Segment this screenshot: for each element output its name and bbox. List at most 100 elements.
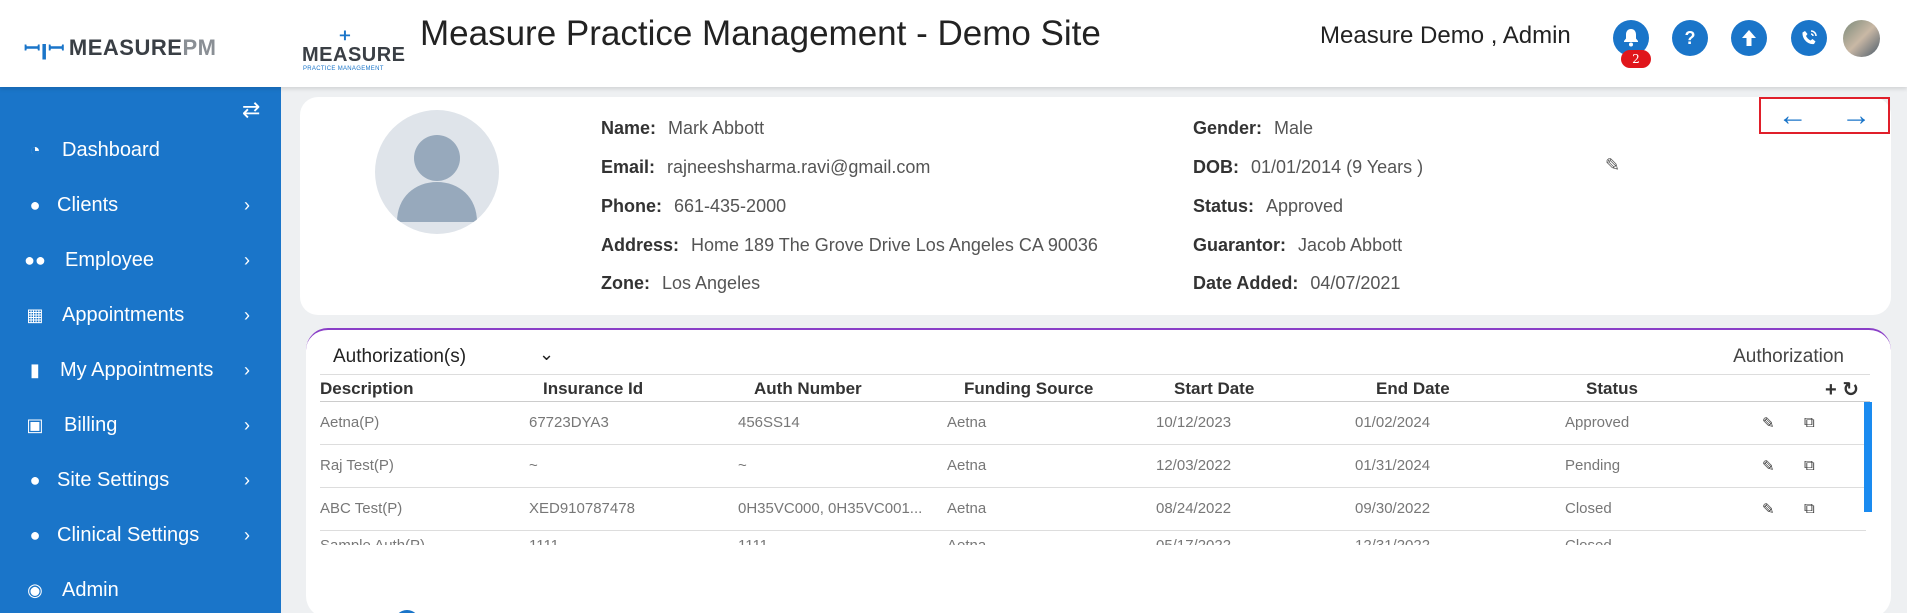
add-icon[interactable]: +: [1825, 379, 1837, 401]
sidebar-item-label: Admin: [62, 578, 119, 601]
building-icon: ▮: [30, 359, 40, 380]
sidebar-item-label: Appointments: [62, 303, 185, 326]
open-external-icon[interactable]: ⧉: [1804, 500, 1815, 517]
column-header[interactable]: Status: [1586, 379, 1638, 399]
authorization-panel: Authorization(s) ⌄ Authorization Descrip…: [306, 328, 1891, 613]
cell-status: Closed: [1565, 537, 1612, 545]
table-scrollbar[interactable]: [1864, 402, 1872, 512]
client-avatar: [375, 110, 499, 234]
measure-logo-icon: ꟷꞁꟷ: [24, 38, 65, 60]
notification-count-badge: 2: [1621, 50, 1651, 68]
client-guarantor: Guarantor: Jacob Abbott: [1193, 235, 1403, 255]
user-circle-icon: ◉: [27, 579, 43, 600]
client-phone: Phone: 661-435-2000: [601, 196, 787, 216]
money-icon: ▣: [26, 414, 44, 435]
sidebar-item-admin[interactable]: ◉ Admin: [0, 570, 281, 610]
sidebar-item-label: Billing: [64, 413, 118, 436]
table-row[interactable]: ABC Test(P) XED910787478 0H35VC000, 0H35…: [320, 488, 1866, 531]
sidebar-item-billing[interactable]: ▣ Billing ›: [0, 405, 281, 445]
sidebar-item-label: Clients: [57, 193, 119, 216]
chevron-down-icon: ⌄: [539, 344, 555, 364]
table-row[interactable]: Raj Test(P) ~ ~ Aetna 12/03/2022 01/31/2…: [320, 445, 1866, 488]
cell-start-date: 05/17/2022: [1156, 537, 1231, 545]
authorization-dropdown[interactable]: Authorization(s) ⌄: [333, 344, 554, 368]
column-header[interactable]: End Date: [1376, 379, 1450, 399]
cell-insurance-id: 1111: [529, 537, 559, 545]
chevron-right-icon: ›: [244, 524, 250, 545]
chevron-right-icon: ›: [244, 194, 250, 215]
cell-description: Aetna(P): [320, 414, 380, 431]
column-header[interactable]: Funding Source: [964, 379, 1093, 399]
client-date-added: Date Added: 04/07/2021: [1193, 273, 1401, 293]
cell-end-date: 09/30/2022: [1355, 500, 1431, 517]
cell-funding-source: Aetna: [947, 414, 987, 431]
sidebar-item-my-appointments[interactable]: ▮ My Appointments ›: [0, 350, 281, 390]
cell-auth-number: ~: [738, 457, 747, 474]
cell-insurance-id: XED910787478: [529, 500, 635, 517]
edit-pencil-icon[interactable]: ✎: [1762, 414, 1775, 432]
column-header[interactable]: Start Date: [1174, 379, 1254, 399]
table-row[interactable]: Aetna(P) 67723DYA3 456SS14 Aetna 10/12/2…: [320, 402, 1866, 445]
chevron-right-icon: ›: [244, 469, 250, 490]
sidebar-item-clinical-settings[interactable]: ● Clinical Settings ›: [0, 515, 281, 555]
user-avatar[interactable]: [1843, 20, 1880, 57]
sidebar-item-clients[interactable]: ● Clients ›: [0, 185, 281, 225]
column-header[interactable]: Insurance Id: [543, 379, 643, 399]
cell-start-date: 12/03/2022: [1156, 457, 1232, 474]
cell-start-date: 10/12/2023: [1156, 414, 1232, 431]
user-icon: ●: [29, 469, 41, 490]
users-icon: ●●: [24, 249, 46, 270]
edit-pencil-icon[interactable]: ✎: [1762, 457, 1775, 475]
column-header[interactable]: Auth Number: [754, 379, 862, 399]
client-status: Status: Approved: [1193, 196, 1344, 216]
arrow-left-icon[interactable]: ←: [1778, 100, 1808, 131]
column-header[interactable]: Description: [320, 379, 414, 399]
refresh-icon[interactable]: ↻: [1842, 379, 1859, 401]
sidebar-item-label: Dashboard: [62, 138, 160, 161]
header-actions: + ↻: [1825, 377, 1859, 402]
client-gender: Gender: Male: [1193, 118, 1314, 138]
table-row[interactable]: Sample Auth(P) 1111 1111 Aetna 05/17/202…: [320, 531, 1866, 545]
open-external-icon[interactable]: ⧉: [1804, 414, 1815, 431]
arrow-right-icon[interactable]: →: [1841, 100, 1871, 131]
logo-subtitle: PRACTICE MANAGEMENT: [303, 66, 384, 72]
sidebar-item-site-settings[interactable]: ● Site Settings ›: [0, 460, 281, 500]
cell-status: Closed: [1565, 500, 1612, 517]
help-icon[interactable]: ?: [1672, 20, 1708, 56]
cell-description: Raj Test(P): [320, 457, 394, 474]
edit-pencil-icon[interactable]: ✎: [1762, 500, 1775, 518]
phone-call-icon[interactable]: [1791, 20, 1827, 56]
dropdown-value: Authorization(s): [333, 346, 467, 367]
cell-insurance-id: 67723DYA3: [529, 414, 609, 431]
cell-start-date: 08/24/2022: [1156, 500, 1232, 517]
table-header: Description Insurance Id Auth Number Fun…: [320, 374, 1870, 402]
practice-logo: ᚐ MEASURE PRACTICE MANAGEMENT: [302, 22, 412, 72]
brand-logo[interactable]: ꟷꞁꟷ MEASURE PM: [24, 34, 216, 61]
cell-end-date: 12/31/2022: [1355, 537, 1430, 545]
client-email: Email: rajneeshsharma.ravi@gmail.com: [601, 157, 931, 177]
upload-arrow-icon[interactable]: [1731, 20, 1767, 56]
cell-funding-source: Aetna: [947, 457, 987, 474]
brand-pm: PM: [182, 34, 217, 60]
cell-auth-number: 456SS14: [738, 414, 800, 431]
chevron-right-icon: ›: [244, 304, 250, 325]
chevron-right-icon: ›: [244, 249, 250, 270]
sidebar-item-label: Clinical Settings: [57, 523, 200, 546]
cell-funding-source: Aetna: [947, 500, 987, 517]
user-name[interactable]: Measure Demo , Admin: [1320, 22, 1571, 50]
cell-auth-number: 1111: [738, 537, 768, 545]
sidebar-item-label: Site Settings: [57, 468, 170, 491]
toggle-sidebar-icon[interactable]: ⇄: [242, 97, 260, 123]
sidebar-item-employee[interactable]: ●● Employee ›: [0, 240, 281, 280]
edit-pencil-icon[interactable]: ✎: [1605, 155, 1620, 176]
record-navigation: ← →: [1759, 97, 1890, 134]
cell-description: ABC Test(P): [320, 500, 403, 517]
sidebar-item-label: My Appointments: [60, 358, 214, 381]
section-title: Authorization: [1733, 346, 1844, 367]
sidebar-item-appointments[interactable]: ▦ Appointments ›: [0, 295, 281, 335]
top-header: ꟷꞁꟷ MEASURE PM ᚐ MEASURE PRACTICE MANAGEM…: [0, 0, 1907, 87]
client-profile-card: Name: Mark Abbott Email: rajneeshsharma.ra…: [300, 97, 1891, 315]
open-external-icon[interactable]: ⧉: [1804, 457, 1815, 474]
sidebar-item-dashboard[interactable]: ◔ Dashboard: [0, 130, 281, 170]
cell-auth-number: 0H35VC000, 0H35VC001...: [738, 500, 923, 517]
